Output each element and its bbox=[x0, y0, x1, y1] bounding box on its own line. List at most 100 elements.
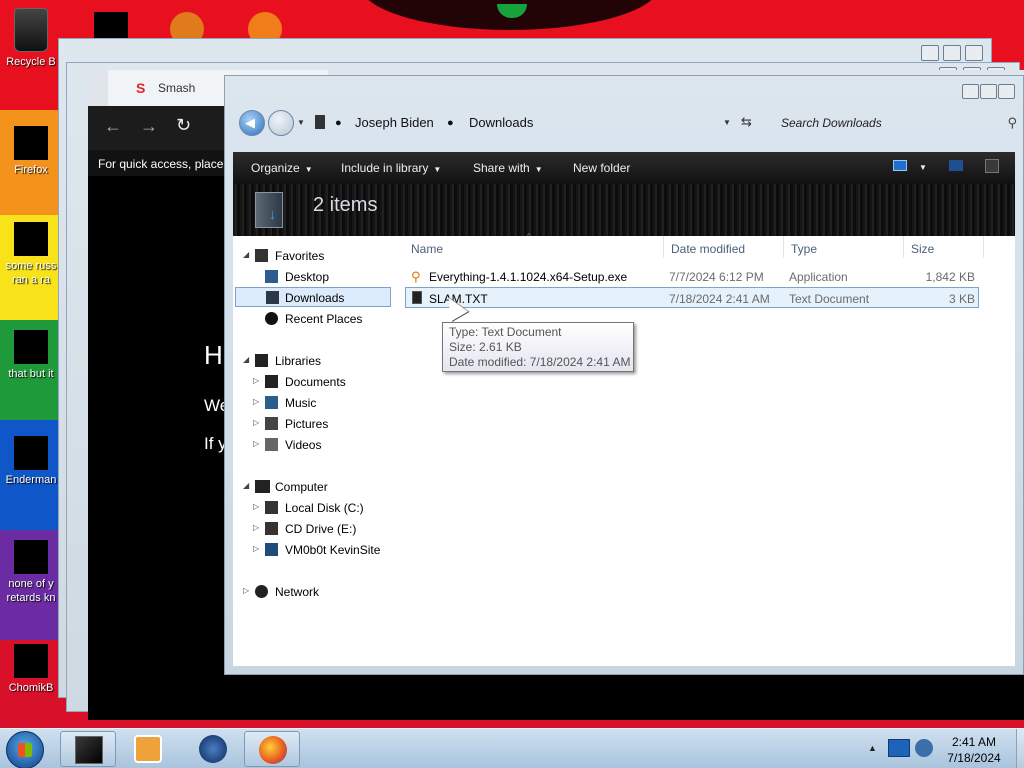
search-icon[interactable]: ⚲ bbox=[1007, 115, 1017, 131]
nav-item-recent-places[interactable]: Recent Places bbox=[233, 309, 399, 329]
show-desktop-button[interactable] bbox=[1016, 729, 1024, 768]
new-folder-button[interactable]: New folder bbox=[573, 161, 630, 175]
minimize-icon[interactable] bbox=[921, 45, 939, 61]
desktop-icon bbox=[265, 270, 278, 283]
breadcrumb-downloads[interactable]: Downloads bbox=[469, 115, 533, 130]
back-button[interactable]: ◀ bbox=[239, 110, 265, 136]
organize-button[interactable]: Organize ▼ bbox=[251, 161, 313, 175]
show-hidden-icons-icon[interactable]: ▲ bbox=[868, 743, 877, 753]
close-icon[interactable] bbox=[998, 84, 1015, 99]
breadcrumb-separator-icon[interactable]: ● bbox=[335, 117, 342, 129]
nav-item-network[interactable]: ▷ Network bbox=[233, 582, 399, 602]
search-input[interactable] bbox=[777, 110, 1017, 136]
network-tray-icon[interactable] bbox=[888, 739, 910, 757]
nav-item-pictures[interactable]: ▷ Pictures bbox=[233, 414, 399, 434]
back-arrow-icon[interactable]: ← bbox=[104, 116, 122, 137]
share-with-button[interactable]: Share with ▼ bbox=[473, 161, 543, 175]
close-icon[interactable] bbox=[965, 45, 983, 61]
collapse-arrow-icon[interactable]: ▷ bbox=[253, 439, 259, 448]
nav-item-music[interactable]: ▷ Music bbox=[233, 393, 399, 413]
documents-icon bbox=[265, 375, 278, 388]
nav-item-videos[interactable]: ▷ Videos bbox=[233, 435, 399, 455]
column-divider[interactable] bbox=[983, 236, 984, 258]
maximize-icon[interactable] bbox=[980, 84, 997, 99]
column-header-type[interactable]: Type bbox=[791, 242, 817, 256]
nav-item-computer[interactable]: ◢ Computer bbox=[233, 477, 399, 497]
refresh-icon[interactable]: ⇆ bbox=[741, 114, 752, 130]
back-arrow-icon: ◀ bbox=[245, 115, 255, 130]
minimize-icon[interactable] bbox=[962, 84, 979, 99]
desktop-icon-chomik[interactable]: ChomikB bbox=[0, 644, 62, 695]
preview-pane-icon[interactable] bbox=[949, 160, 963, 171]
item-count: 2 items bbox=[313, 194, 378, 216]
desktop-icon-none-of-y[interactable]: none of y retards kn bbox=[0, 540, 62, 605]
change-view-icon[interactable] bbox=[893, 160, 907, 171]
address-dropdown-icon[interactable]: ▼ bbox=[723, 118, 731, 127]
include-in-library-button[interactable]: Include in library ▼ bbox=[341, 161, 441, 175]
taskbar-firefox-button[interactable] bbox=[244, 731, 300, 767]
nav-label: Pictures bbox=[285, 417, 329, 431]
text-file-icon bbox=[412, 291, 422, 304]
view-options-dropdown-icon[interactable]: ▼ bbox=[919, 163, 927, 172]
clock-time[interactable]: 2:41 AM bbox=[935, 735, 1013, 749]
desktop-icon-label: Firefox bbox=[14, 164, 48, 176]
browser-icon bbox=[14, 540, 48, 574]
collapse-arrow-icon[interactable]: ▷ bbox=[253, 376, 259, 385]
collapse-arrow-icon[interactable]: ▷ bbox=[253, 502, 259, 511]
collapse-arrow-icon[interactable]: ▷ bbox=[243, 586, 249, 595]
file-name: Everything-1.4.1.1024.x64-Setup.exe bbox=[429, 270, 628, 284]
column-divider[interactable] bbox=[903, 236, 904, 258]
desktop-icon-firefox[interactable]: Firefox bbox=[0, 126, 62, 177]
table-row[interactable]: SLAM.TXT 7/18/2024 2:41 AM Text Document… bbox=[405, 287, 979, 308]
collapse-arrow-icon[interactable]: ▷ bbox=[253, 523, 259, 532]
taskbar-explorer-button[interactable] bbox=[60, 731, 116, 767]
nav-label: Favorites bbox=[275, 249, 325, 263]
volume-tray-icon[interactable] bbox=[915, 739, 933, 757]
nav-item-downloads[interactable]: Downloads bbox=[235, 287, 391, 307]
dropdown-arrow-icon: ▼ bbox=[534, 165, 543, 174]
smash-logo-icon: S bbox=[136, 80, 146, 96]
collapse-arrow-icon[interactable]: ▷ bbox=[253, 418, 259, 427]
reload-icon[interactable]: ↻ bbox=[176, 115, 191, 136]
column-header-date-modified[interactable]: Date modified bbox=[671, 242, 745, 256]
nav-label: VM0b0t KevinSite bbox=[285, 543, 381, 557]
forward-arrow-icon[interactable]: → bbox=[140, 116, 158, 137]
desktop-icon-some-russ[interactable]: some russ ran a ra bbox=[0, 222, 62, 287]
table-row[interactable]: ⚲ Everything-1.4.1.1024.x64-Setup.exe 7/… bbox=[405, 266, 979, 287]
desktop-icon-enderman[interactable]: Enderman bbox=[0, 436, 62, 487]
desktop-icon-that-but-it[interactable]: that but it bbox=[0, 330, 62, 381]
forward-button[interactable] bbox=[268, 110, 294, 136]
nav-item-local-disk[interactable]: ▷ Local Disk (C:) bbox=[233, 498, 399, 518]
nav-item-desktop[interactable]: Desktop bbox=[233, 267, 399, 287]
collapse-arrow-icon[interactable]: ▷ bbox=[253, 544, 259, 553]
recent-pages-dropdown-icon[interactable]: ▼ bbox=[297, 118, 305, 127]
collapse-arrow-icon[interactable]: ▷ bbox=[253, 397, 259, 406]
help-icon[interactable] bbox=[985, 159, 999, 173]
column-divider[interactable] bbox=[783, 236, 784, 258]
folder-location-icon bbox=[315, 115, 325, 129]
expand-arrow-icon[interactable]: ◢ bbox=[243, 481, 249, 490]
maximize-icon[interactable] bbox=[943, 45, 961, 61]
column-divider[interactable] bbox=[663, 236, 664, 258]
start-button[interactable] bbox=[6, 731, 44, 768]
hamster-icon bbox=[14, 644, 48, 678]
nav-item-libraries[interactable]: ◢ Libraries bbox=[233, 351, 399, 371]
nav-item-documents[interactable]: ▷ Documents bbox=[233, 372, 399, 392]
explorer-window[interactable]: ◀ ▼ ● Joseph Biden ● Downloads ▼ ⇆ ⚲ Org… bbox=[224, 75, 1024, 675]
taskbar-ie-button[interactable] bbox=[185, 731, 241, 767]
column-header-size[interactable]: Size bbox=[911, 242, 934, 256]
column-header-name[interactable]: Name bbox=[411, 242, 443, 256]
taskbar-media-player-button[interactable] bbox=[120, 731, 176, 767]
nav-item-network-share[interactable]: ▷ VM0b0t KevinSite bbox=[233, 540, 399, 560]
breadcrumb-joseph-biden[interactable]: Joseph Biden bbox=[355, 115, 434, 130]
nav-item-cd-drive[interactable]: ▷ CD Drive (E:) bbox=[233, 519, 399, 539]
breadcrumb-separator-icon[interactable]: ● bbox=[447, 117, 454, 129]
desktop-icon-recycle-bin[interactable]: Recycle B bbox=[0, 8, 62, 69]
videos-icon bbox=[265, 438, 278, 451]
clock-date[interactable]: 7/18/2024 bbox=[935, 751, 1013, 765]
expand-arrow-icon[interactable]: ◢ bbox=[243, 355, 249, 364]
nav-label: Documents bbox=[285, 375, 346, 389]
nav-item-favorites[interactable]: ◢ Favorites bbox=[233, 246, 399, 266]
expand-arrow-icon[interactable]: ◢ bbox=[243, 250, 249, 259]
recent-places-icon bbox=[265, 312, 278, 325]
